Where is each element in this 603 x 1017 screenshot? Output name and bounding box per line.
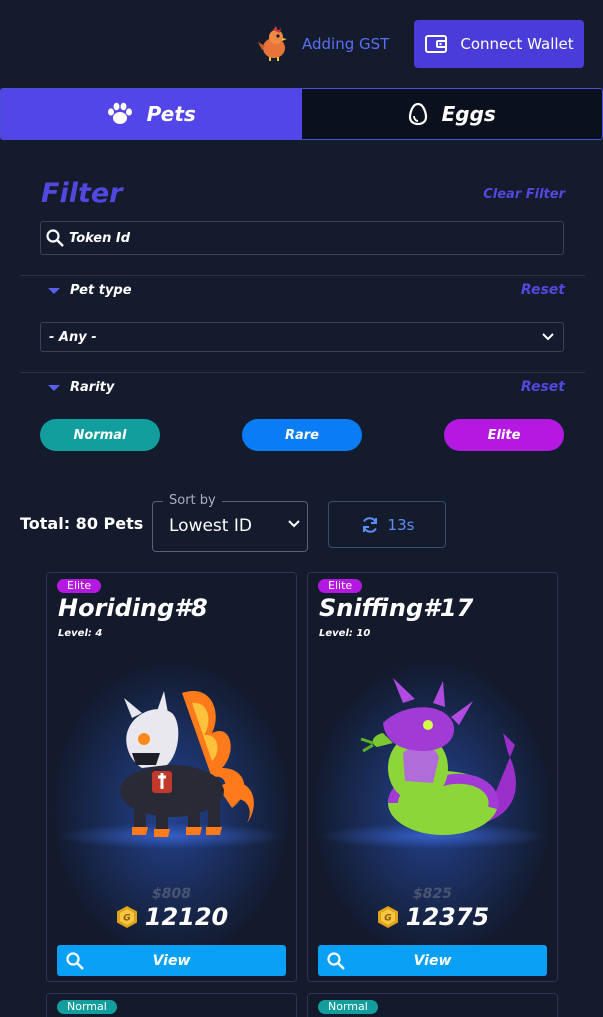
gst-coin-icon: G (116, 906, 137, 928)
rarity-badge: Elite (57, 579, 102, 593)
adding-gst-link[interactable]: Adding GST (256, 22, 389, 66)
divider (20, 275, 585, 276)
divider (20, 372, 585, 373)
price-usd: $825 (413, 886, 452, 902)
chevron-down-icon (288, 520, 300, 528)
price-gst-value: 12375 (405, 903, 490, 931)
wallet-icon (425, 35, 448, 53)
rarity-rare-button[interactable]: Rare (242, 419, 362, 451)
clear-filter-link[interactable]: Clear Filter (483, 187, 565, 202)
tab-eggs[interactable]: Eggs (301, 89, 602, 139)
svg-text:G: G (384, 914, 391, 924)
rarity-reset[interactable]: Reset (521, 379, 565, 395)
search-icon (327, 952, 345, 970)
pet-type-selected: - Any - (49, 329, 97, 345)
pet-name: Horiding#8 (58, 594, 208, 622)
pet-type-reset[interactable]: Reset (521, 282, 565, 298)
pet-level: Level: 4 (58, 628, 103, 639)
rarity-badge: Normal (318, 1000, 378, 1014)
rarity-toggle[interactable]: Rarity (48, 380, 114, 395)
rarity-elite-button[interactable]: Elite (444, 419, 564, 451)
refresh-icon (362, 516, 377, 533)
chevron-down-icon (542, 333, 554, 341)
tab-pets-label: Pets (146, 102, 196, 126)
tab-pets[interactable]: Pets (1, 89, 302, 139)
view-button[interactable]: View (57, 945, 286, 976)
serpent-pet-image (360, 678, 516, 835)
search-icon (66, 952, 84, 970)
pet-level: Level: 10 (319, 628, 371, 639)
adding-gst-label: Adding GST (302, 35, 390, 53)
pet-type-select[interactable]: - Any - (40, 322, 564, 352)
chicken-mascot-icon (258, 26, 287, 61)
total-count: Total: 80 Pets (20, 514, 144, 533)
price-gst-value: 12120 (144, 903, 229, 931)
caret-down-icon (48, 384, 60, 391)
pets-eggs-tabs: Pets Eggs (0, 88, 603, 140)
sort-by-label: Sort by (163, 493, 222, 508)
pet-card[interactable]: Elite Horiding#8 Level: 4 $808 G 12120 V… (46, 572, 297, 982)
pet-type-toggle[interactable]: Pet type (48, 283, 132, 298)
egg-icon (408, 102, 427, 126)
sort-by-value: Lowest ID (169, 516, 252, 536)
rarity-normal-button[interactable]: Normal (40, 419, 160, 451)
svg-text:G: G (123, 914, 130, 924)
header: Adding GST Connect Wallet (0, 0, 603, 88)
pet-type-label: Pet type (70, 283, 132, 298)
fire-horse-pet-image (120, 691, 254, 837)
price-usd: $808 (152, 886, 191, 902)
connect-wallet-button[interactable]: Connect Wallet (414, 20, 584, 68)
rarity-badge: Normal (57, 1000, 117, 1014)
tab-eggs-label: Eggs (441, 102, 496, 126)
view-button-label: View (413, 952, 452, 969)
price-gst: G 12375 (308, 903, 557, 931)
view-button-label: View (152, 952, 191, 969)
caret-down-icon (48, 287, 60, 294)
pet-card[interactable]: Normal (307, 993, 558, 1017)
view-button[interactable]: View (318, 945, 547, 976)
refresh-button[interactable]: 13s (328, 501, 446, 548)
pet-name: Sniffing#17 (319, 594, 474, 622)
pet-card[interactable]: Elite Sniffing#17 Level: 10 $825 G 12375… (307, 572, 558, 982)
connect-wallet-label: Connect Wallet (460, 35, 574, 53)
refresh-countdown: 13s (387, 515, 415, 534)
paw-icon (107, 102, 132, 124)
price-gst: G 12120 (47, 903, 296, 931)
search-icon (46, 229, 64, 247)
token-id-search (40, 221, 564, 255)
sort-by-select[interactable]: Sort by Lowest ID (152, 493, 308, 552)
pet-card[interactable]: Normal (46, 993, 297, 1017)
token-id-input[interactable] (69, 230, 549, 246)
filter-title: Filter (41, 178, 123, 209)
rarity-label: Rarity (70, 380, 115, 395)
rarity-badge: Elite (318, 579, 363, 593)
gst-coin-icon: G (377, 906, 398, 928)
